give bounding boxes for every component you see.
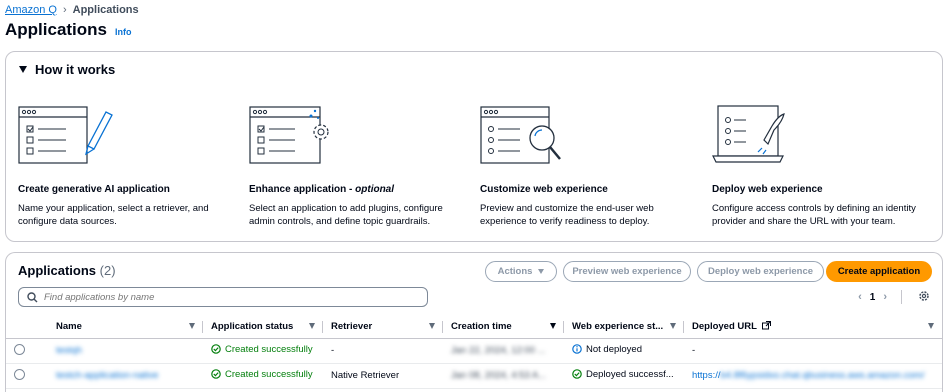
how-it-works-panel: How it works Create generative AI applic…	[5, 51, 943, 242]
search-icon	[27, 291, 38, 302]
actions-label: Actions	[497, 266, 533, 277]
actions-button[interactable]: Actions	[485, 261, 557, 282]
column-header-creation-time[interactable]: Creation time	[443, 316, 564, 339]
step-deploy: Deploy web experience Configure access c…	[712, 104, 932, 228]
info-link[interactable]: Info	[115, 27, 132, 37]
step-1-desc: Name your application, select a retrieve…	[18, 203, 209, 227]
pagination: ‹ 1 ›	[858, 290, 902, 304]
step-2-title: Enhance application -	[249, 184, 356, 195]
column-header-retriever[interactable]: Retriever	[323, 316, 443, 339]
step-3-title: Customize web experience	[480, 184, 608, 195]
gear-icon[interactable]	[918, 290, 930, 302]
step-customize: Customize web experience Preview and cus…	[480, 104, 700, 228]
check-circle-icon	[572, 369, 582, 380]
search-input[interactable]	[44, 291, 404, 303]
preview-web-experience-button[interactable]: Preview web experience	[563, 261, 691, 282]
caret-down-icon	[19, 66, 27, 73]
how-it-works-toggle[interactable]: How it works	[19, 62, 115, 77]
breadcrumb: Amazon Q › Applications	[5, 4, 139, 16]
applications-title: Applications	[18, 263, 97, 278]
column-header-status[interactable]: Application status	[203, 316, 323, 339]
check-circle-icon	[211, 369, 221, 380]
creation-time-cell: Jan 08, 2024, 4:53 A...	[451, 370, 547, 381]
info-circle-icon	[572, 344, 582, 355]
table-row[interactable]: testqh Created successfully - Jan 22, 20…	[6, 338, 942, 364]
step-4-title: Deploy web experience	[712, 184, 823, 195]
column-header-deployed-url[interactable]: Deployed URL	[684, 316, 942, 339]
caret-down-icon	[538, 269, 545, 274]
laptop-rocket-icon	[712, 104, 932, 174]
status-badge: Created successfully	[211, 344, 313, 355]
deployed-url-link[interactable]: https://	[692, 370, 721, 381]
form-pencil-icon	[18, 104, 238, 174]
sort-icon	[429, 323, 435, 329]
creation-time-cell: Jan 22, 2024, 12:00 ...	[451, 345, 546, 356]
deployed-url-cell[interactable]: https://b4.8f6ypsidxo.chat.qbusiness.aws…	[684, 363, 942, 389]
deploy-web-experience-button[interactable]: Deploy web experience	[697, 261, 824, 282]
web-status-badge: Not deployed	[572, 344, 642, 355]
applications-table: Name Application status Retriever Creati…	[6, 316, 942, 389]
breadcrumb-amazon-q[interactable]: Amazon Q	[5, 4, 57, 16]
application-name-link[interactable]: testch-application-native	[56, 370, 158, 381]
column-header-name[interactable]: Name	[48, 316, 203, 339]
step-1-title: Create generative AI application	[18, 184, 170, 195]
sort-descending-icon	[550, 323, 556, 329]
previous-page-icon[interactable]: ‹	[858, 291, 862, 303]
create-application-button[interactable]: Create application	[826, 261, 932, 282]
select-column-header	[6, 316, 48, 339]
page-title: Applications	[5, 20, 108, 39]
applications-header: Applications (2)	[18, 263, 116, 278]
step-2-optional: optional	[355, 184, 395, 195]
breadcrumb-current: Applications	[72, 4, 139, 16]
step-create: Create generative AI application Name yo…	[18, 104, 238, 228]
step-2-desc: Select an application to add plugins, co…	[249, 203, 443, 227]
column-header-web-experience-status[interactable]: Web experience st...	[564, 316, 684, 339]
form-magnifier-icon	[480, 104, 700, 174]
search-field[interactable]	[18, 287, 428, 307]
sort-icon	[670, 323, 676, 329]
step-enhance: Enhance application - optional Select an…	[249, 104, 469, 228]
table-header-row: Name Application status Retriever Creati…	[6, 316, 942, 339]
check-circle-icon	[211, 344, 221, 355]
retriever-cell: -	[323, 338, 443, 364]
web-status-badge: Deployed successf...	[572, 369, 674, 380]
sort-icon	[928, 323, 934, 329]
status-badge: Created successfully	[211, 369, 313, 380]
sort-icon	[189, 323, 195, 329]
chevron-right-icon: ›	[62, 4, 67, 16]
step-4-desc: Configure access controls by defining an…	[712, 203, 916, 227]
row-radio[interactable]	[14, 368, 25, 380]
deployed-url-cell: -	[684, 338, 942, 364]
form-gear-icon	[249, 104, 469, 174]
row-radio[interactable]	[14, 343, 25, 355]
application-name-link[interactable]: testqh	[56, 345, 82, 356]
sort-icon	[309, 323, 315, 329]
applications-count: (2)	[99, 263, 116, 278]
deployed-url-host[interactable]: b4.8f6ypsidxo.chat.qbusiness.aws.amazon.…	[721, 370, 925, 381]
step-3-desc: Preview and customize the end-user web e…	[480, 203, 654, 227]
retriever-cell: Native Retriever	[323, 363, 443, 389]
pager-divider	[901, 290, 902, 304]
page-number[interactable]: 1	[870, 292, 876, 303]
applications-panel: Applications (2) Actions Preview web exp…	[5, 252, 943, 392]
next-page-icon[interactable]: ›	[883, 291, 887, 303]
external-link-icon	[762, 321, 772, 330]
table-row[interactable]: testch-application-native Created succes…	[6, 363, 942, 389]
how-it-works-title: How it works	[35, 62, 116, 77]
